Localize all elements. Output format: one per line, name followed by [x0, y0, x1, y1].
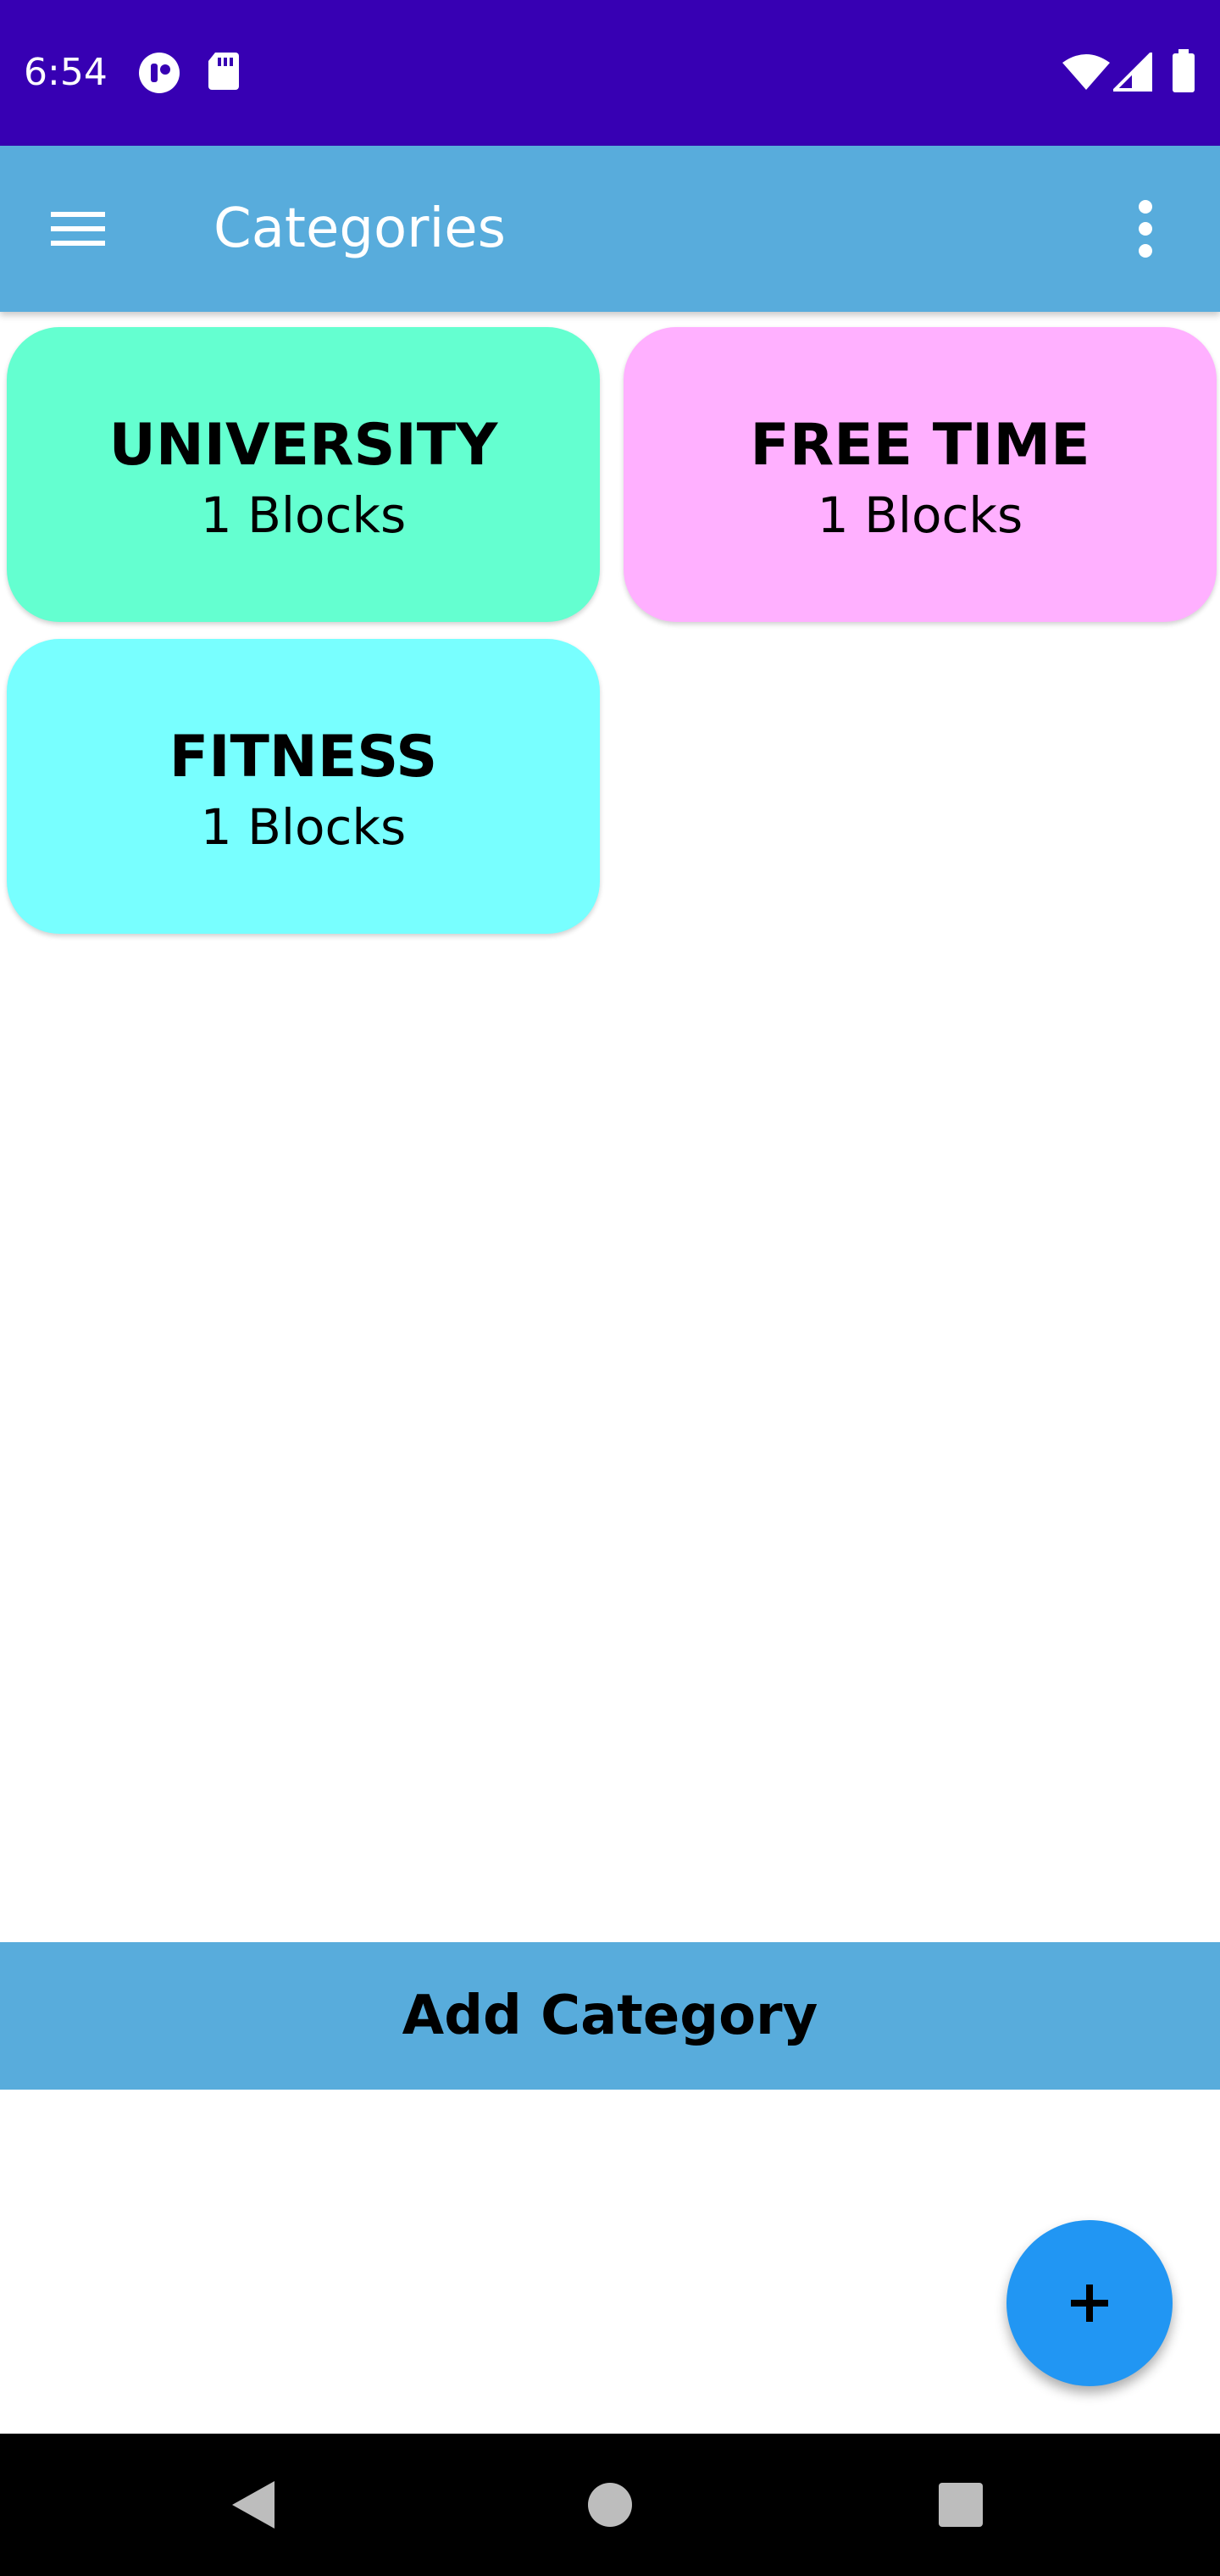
- page-title: Categories: [214, 197, 506, 260]
- app-bar: Categories: [0, 146, 1220, 312]
- recents-icon[interactable]: [915, 2459, 1006, 2551]
- category-name: FITNESS: [169, 724, 438, 791]
- plus-icon: [1071, 2285, 1108, 2322]
- app-notification-icon: [137, 51, 181, 99]
- signal-icon: [1111, 50, 1152, 96]
- navigation-bar: [0, 2434, 1220, 2576]
- add-category-button[interactable]: Add Category: [0, 1942, 1220, 2090]
- hamburger-menu-icon[interactable]: [37, 188, 119, 269]
- status-bar: 6:54: [0, 0, 1220, 146]
- category-name: FREE TIME: [750, 412, 1090, 479]
- back-icon[interactable]: [208, 2459, 300, 2551]
- category-block-count: 1 Blocks: [200, 486, 407, 544]
- add-fab-button[interactable]: [1006, 2220, 1173, 2386]
- home-icon[interactable]: [564, 2459, 656, 2551]
- battery-icon: [1171, 49, 1196, 97]
- category-card-free-time[interactable]: FREE TIME 1 Blocks: [624, 327, 1217, 622]
- category-card-university[interactable]: UNIVERSITY 1 Blocks: [7, 327, 600, 622]
- sd-card-icon: [207, 51, 241, 96]
- wifi-icon: [1061, 53, 1112, 96]
- status-time: 6:54: [24, 51, 108, 94]
- category-block-count: 1 Blocks: [817, 486, 1023, 544]
- category-block-count: 1 Blocks: [200, 798, 407, 856]
- more-vert-icon[interactable]: [1105, 188, 1186, 269]
- category-card-fitness[interactable]: FITNESS 1 Blocks: [7, 639, 600, 934]
- category-name: UNIVERSITY: [108, 412, 498, 479]
